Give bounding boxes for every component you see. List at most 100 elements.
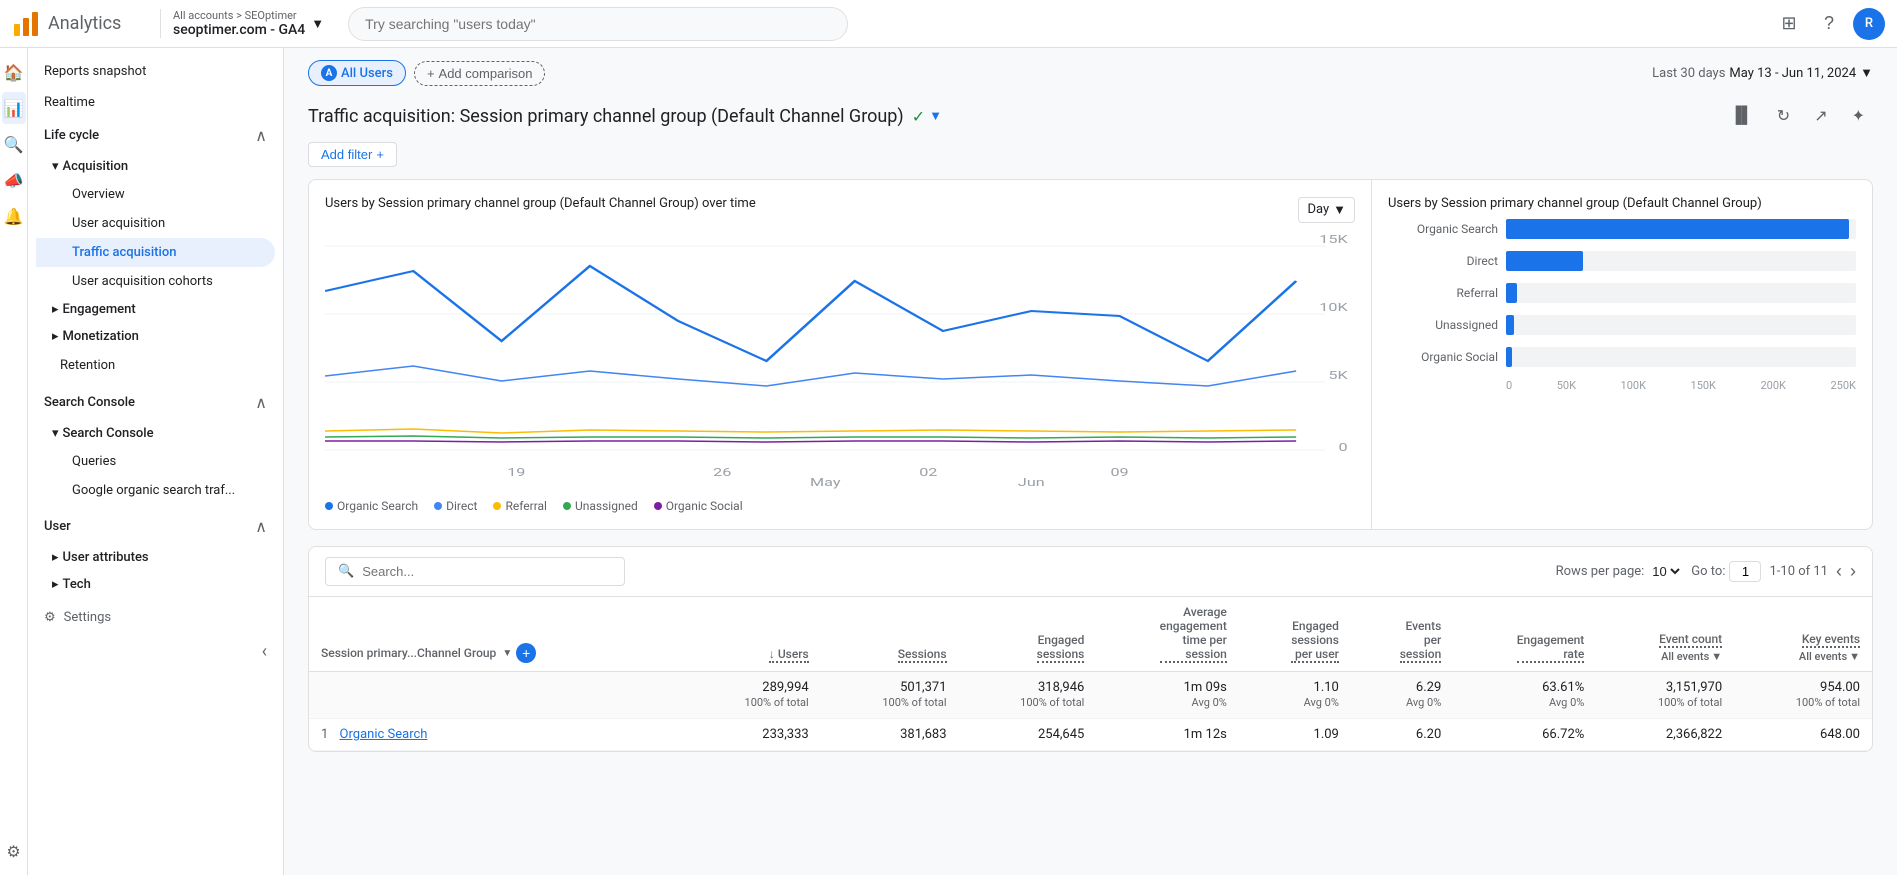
search-console-section-label: Search Console bbox=[44, 395, 135, 410]
table-search-input[interactable] bbox=[362, 564, 612, 579]
legend-referral: Referral bbox=[493, 499, 547, 513]
engagement-label: Engagement bbox=[63, 302, 136, 317]
row1-engagement-rate-value: 66.72% bbox=[1542, 727, 1584, 742]
user-subsection: ▸ User attributes ▸ Tech bbox=[28, 544, 283, 598]
col-header-event-count: Event count All events ▼ bbox=[1596, 597, 1734, 672]
all-users-chip[interactable]: A All Users bbox=[308, 60, 406, 86]
row1-engagement-rate-cell: 66.72% bbox=[1453, 719, 1596, 751]
nav-collapse-button[interactable]: ‹ bbox=[28, 633, 283, 670]
filter-row: A All Users + Add comparison bbox=[308, 60, 545, 86]
lifecycle-section-header[interactable]: Life cycle ∧ bbox=[28, 118, 283, 153]
bar-track-direct bbox=[1506, 251, 1856, 271]
date-range-selector[interactable]: Last 30 days May 13 - Jun 11, 2024 ▼ bbox=[1652, 65, 1873, 81]
row1-events-per-session-value: 6.20 bbox=[1416, 727, 1441, 742]
bar-row-direct: Direct bbox=[1388, 251, 1856, 271]
user-attributes-group[interactable]: ▸ User attributes bbox=[36, 544, 283, 571]
row1-channel-link[interactable]: Organic Search bbox=[340, 727, 428, 742]
row1-events-per-session-cell: 6.20 bbox=[1351, 719, 1453, 751]
bar-track-organic-social bbox=[1506, 347, 1856, 367]
col-header-engagement-rate: Engagementrate bbox=[1453, 597, 1596, 672]
bar-row-unassigned: Unassigned bbox=[1388, 315, 1856, 335]
search-console-section-header[interactable]: Search Console ∧ bbox=[28, 385, 283, 420]
engagement-group[interactable]: ▸ Engagement bbox=[36, 296, 283, 323]
acquisition-chevron-icon: ▾ bbox=[52, 159, 59, 174]
total-avg-engagement-cell: 1m 09s Avg 0% bbox=[1096, 672, 1238, 719]
user-avatar[interactable]: R bbox=[1853, 8, 1885, 40]
acquisition-group[interactable]: ▾ Acquisition bbox=[36, 153, 283, 180]
nav-item-queries[interactable]: Queries bbox=[36, 447, 275, 476]
total-event-count-cell: 3,151,970 100% of total bbox=[1596, 672, 1734, 719]
icon-sidebar-insights[interactable]: 🔔 bbox=[2, 200, 26, 232]
icon-sidebar-advertising[interactable]: 📣 bbox=[2, 164, 26, 196]
bar-chart-title: Users by Session primary channel group (… bbox=[1388, 196, 1762, 211]
rows-per-page-select[interactable]: 10 25 50 bbox=[1648, 563, 1683, 580]
icon-sidebar-explore[interactable]: 🔍 bbox=[2, 128, 26, 160]
all-users-chip-icon: A bbox=[321, 65, 337, 81]
table-header-row: Session primary...Channel Group ▼ + ↓ Us… bbox=[309, 597, 1872, 672]
charts-row: Users by Session primary channel group (… bbox=[308, 179, 1873, 530]
day-dropdown[interactable]: Day ▼ bbox=[1298, 197, 1355, 223]
nav-item-google-organic[interactable]: Google organic search traf... bbox=[36, 476, 275, 505]
event-count-dropdown-icon[interactable]: ▼ bbox=[1711, 650, 1722, 663]
bar-label-organic-search: Organic Search bbox=[1388, 222, 1498, 236]
line-chart-section: Users by Session primary channel group (… bbox=[309, 180, 1372, 529]
nav-item-realtime[interactable]: Realtime bbox=[28, 87, 275, 118]
icon-sidebar-reports[interactable]: 📊 bbox=[2, 92, 26, 124]
engagement-chevron-icon: ▸ bbox=[52, 302, 59, 317]
table-row: 1 Organic Search 233,333 381,683 254,645 bbox=[309, 719, 1872, 751]
row1-engaged-sessions-cell: 254,645 bbox=[959, 719, 1097, 751]
prev-page-button[interactable]: ‹ bbox=[1836, 561, 1842, 582]
tech-group[interactable]: ▸ Tech bbox=[36, 571, 283, 598]
nav-item-overview[interactable]: Overview bbox=[36, 180, 275, 209]
total-engaged-per-user-sub: Avg 0% bbox=[1304, 696, 1339, 709]
chart-type-bar-icon[interactable]: ▐▌ bbox=[1722, 103, 1761, 129]
go-to-input[interactable] bbox=[1729, 561, 1761, 582]
legend-organic-social: Organic Social bbox=[654, 499, 743, 513]
help-icon[interactable]: ? bbox=[1813, 8, 1845, 40]
table-section: 🔍 Rows per page: 10 25 50 Go to: bbox=[308, 546, 1873, 752]
go-to-label: Go to: bbox=[1691, 564, 1725, 579]
total-events-per-session-sub: Avg 0% bbox=[1406, 696, 1441, 709]
day-dropdown-icon: ▼ bbox=[1333, 202, 1346, 218]
nav-settings[interactable]: ⚙ Settings bbox=[28, 602, 283, 633]
share-icon[interactable]: ↗ bbox=[1806, 102, 1835, 130]
apps-icon[interactable]: ⊞ bbox=[1773, 8, 1805, 40]
col-header-events-per-session: Eventspersession bbox=[1351, 597, 1453, 672]
svg-text:May: May bbox=[810, 476, 841, 489]
col-key-events-label: Key events bbox=[1802, 632, 1860, 648]
more-icon[interactable]: ✦ bbox=[1844, 102, 1873, 130]
row1-engaged-sessions-value: 254,645 bbox=[1038, 727, 1084, 742]
account-selector[interactable]: All accounts > SEOptimer seoptimer.com -… bbox=[160, 9, 324, 38]
nav-item-retention[interactable]: Retention bbox=[36, 350, 275, 381]
nav-item-reports-snapshot[interactable]: Reports snapshot bbox=[28, 56, 275, 87]
analytics-logo bbox=[12, 10, 40, 38]
bar-fill-referral bbox=[1506, 283, 1517, 303]
add-comparison-button[interactable]: + Add comparison bbox=[414, 61, 546, 86]
monetization-group[interactable]: ▸ Monetization bbox=[36, 323, 283, 350]
bar-row-referral: Referral bbox=[1388, 283, 1856, 303]
col-channel-dropdown-icon[interactable]: ▼ bbox=[502, 648, 512, 659]
user-section-header[interactable]: User ∧ bbox=[28, 509, 283, 544]
nav-item-user-acquisition[interactable]: User acquisition bbox=[36, 209, 275, 238]
add-filter-button[interactable]: Add filter + bbox=[308, 142, 397, 167]
col-channel-label: Session primary...Channel Group bbox=[321, 646, 496, 660]
monetization-label: Monetization bbox=[63, 329, 139, 344]
bar-track-referral bbox=[1506, 283, 1856, 303]
key-events-dropdown-icon[interactable]: ▼ bbox=[1849, 650, 1860, 663]
nav-item-traffic-acquisition[interactable]: Traffic acquisition bbox=[36, 238, 275, 267]
add-column-button[interactable]: + bbox=[516, 643, 536, 663]
icon-sidebar-settings[interactable]: ⚙ bbox=[2, 835, 26, 867]
check-icon: ✓ bbox=[912, 107, 925, 126]
search-input[interactable] bbox=[348, 7, 848, 41]
topbar: Analytics All accounts > SEOptimer seopt… bbox=[0, 0, 1897, 48]
icon-sidebar-home[interactable]: 🏠 bbox=[2, 56, 26, 88]
total-event-count-sub: 100% of total bbox=[1658, 696, 1722, 709]
topbar-logo: Analytics bbox=[12, 10, 152, 38]
chart-refresh-icon[interactable]: ↻ bbox=[1769, 102, 1798, 130]
current-account: seoptimer.com - GA4 bbox=[173, 22, 305, 38]
search-console-group[interactable]: ▾ Search Console bbox=[36, 420, 283, 447]
nav-item-user-acquisition-cohorts[interactable]: User acquisition cohorts bbox=[36, 267, 275, 296]
lifecycle-label: Life cycle bbox=[44, 128, 99, 143]
next-page-button[interactable]: › bbox=[1850, 561, 1856, 582]
chart-title-dropdown-icon[interactable]: ▼ bbox=[929, 108, 942, 124]
